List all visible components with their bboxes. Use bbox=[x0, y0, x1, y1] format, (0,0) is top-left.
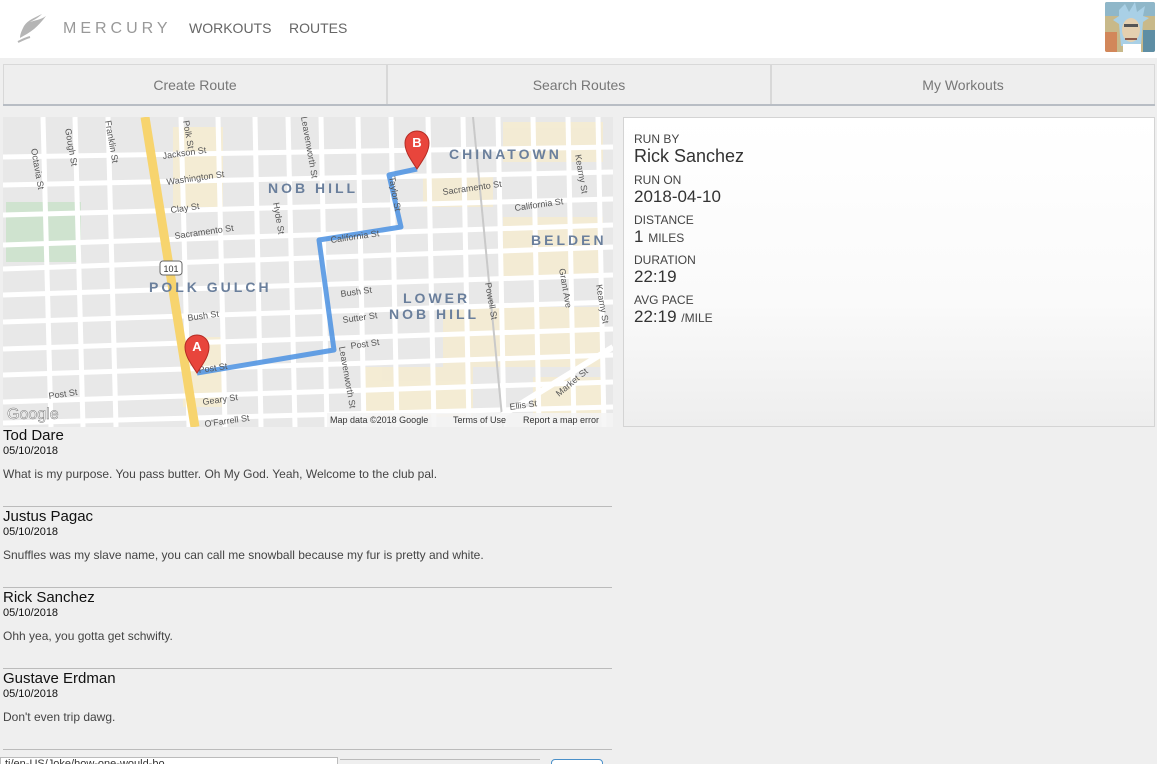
avg-pace-unit: /MILE bbox=[681, 311, 713, 325]
map-data-attribution: Map data ©2018 Google bbox=[330, 415, 428, 425]
comment-date: 05/10/2018 bbox=[3, 445, 59, 457]
district-label: POLK GULCH bbox=[149, 279, 272, 295]
nav-workouts[interactable]: WORKOUTS bbox=[189, 20, 271, 36]
submit-comment-button[interactable] bbox=[551, 759, 603, 764]
district-label: CHINATOWN bbox=[449, 146, 562, 162]
comment-text-field[interactable] bbox=[340, 759, 540, 764]
comment-date: 05/10/2018 bbox=[3, 688, 59, 700]
workout-detail-panel: RUN BY Rick Sanchez RUN ON 2018-04-10 DI… bbox=[623, 117, 1155, 427]
run-by-value: Rick Sanchez bbox=[634, 146, 745, 166]
comment-author: Justus Pagac bbox=[3, 508, 94, 525]
district-label: LOWER bbox=[403, 290, 470, 306]
comment-body: What is my purpose. You pass butter. Oh … bbox=[3, 467, 438, 481]
comments-list: Tod Dare 05/10/2018 What is my purpose. … bbox=[3, 426, 612, 750]
winged-shoe-logo-icon[interactable] bbox=[16, 12, 50, 44]
nav-routes[interactable]: ROUTES bbox=[289, 20, 347, 36]
comment-body: Don't even trip dawg. bbox=[3, 710, 116, 724]
avg-pace-label: AVG PACE bbox=[634, 293, 694, 307]
report-map-error-link[interactable]: Report a map error bbox=[523, 415, 599, 425]
route-tabs: Create Route Search Routes My Workouts bbox=[3, 64, 1155, 106]
comment-date: 05/10/2018 bbox=[3, 526, 59, 538]
comment-body: Ohh yea, you gotta get schwifty. bbox=[3, 629, 173, 643]
run-by-label: RUN BY bbox=[634, 132, 680, 146]
comment-body: Snuffles was my slave name, you can call… bbox=[3, 548, 484, 562]
google-logo: Google bbox=[7, 406, 59, 423]
run-on-label: RUN ON bbox=[634, 173, 682, 187]
top-header: MERCURY WORKOUTS ROUTES bbox=[0, 0, 1157, 58]
run-on-value: 2018-04-10 bbox=[634, 187, 721, 206]
user-avatar[interactable] bbox=[1105, 2, 1155, 52]
tab-search-routes[interactable]: Search Routes bbox=[387, 64, 771, 104]
svg-text:A: A bbox=[192, 339, 202, 354]
comment-author: Tod Dare bbox=[3, 427, 64, 444]
svg-text:101: 101 bbox=[163, 264, 178, 274]
district-label: NOB HILL bbox=[389, 306, 479, 322]
distance-unit: MILES bbox=[648, 231, 685, 245]
route-map[interactable]: 101 NOB HILL CHINATOWN POLK GULCH LOWER … bbox=[3, 117, 613, 427]
list-item: Gustave Erdman 05/10/2018 Don't even tri… bbox=[3, 669, 612, 750]
avg-pace-value: 22:19 bbox=[634, 307, 677, 326]
district-label: BELDEN bbox=[531, 232, 607, 248]
distance-value: 1 bbox=[634, 227, 644, 246]
tab-my-workouts[interactable]: My Workouts bbox=[771, 64, 1155, 104]
duration-label: DURATION bbox=[634, 253, 696, 267]
district-label: NOB HILL bbox=[268, 180, 358, 196]
list-item: Tod Dare 05/10/2018 What is my purpose. … bbox=[3, 426, 612, 507]
tab-create-route[interactable]: Create Route bbox=[3, 64, 387, 104]
list-item: Rick Sanchez 05/10/2018 Ohh yea, you got… bbox=[3, 588, 612, 669]
comment-author: Gustave Erdman bbox=[3, 670, 116, 687]
comment-url-input[interactable] bbox=[0, 757, 338, 764]
comment-date: 05/10/2018 bbox=[3, 607, 59, 619]
duration-value: 22:19 bbox=[634, 267, 677, 286]
list-item: Justus Pagac 05/10/2018 Snuffles was my … bbox=[3, 507, 612, 588]
brand-name[interactable]: MERCURY bbox=[63, 20, 172, 38]
svg-text:B: B bbox=[412, 135, 421, 150]
comment-author: Rick Sanchez bbox=[3, 589, 95, 606]
terms-of-use-link[interactable]: Terms of Use bbox=[453, 415, 506, 425]
distance-label: DISTANCE bbox=[634, 213, 694, 227]
